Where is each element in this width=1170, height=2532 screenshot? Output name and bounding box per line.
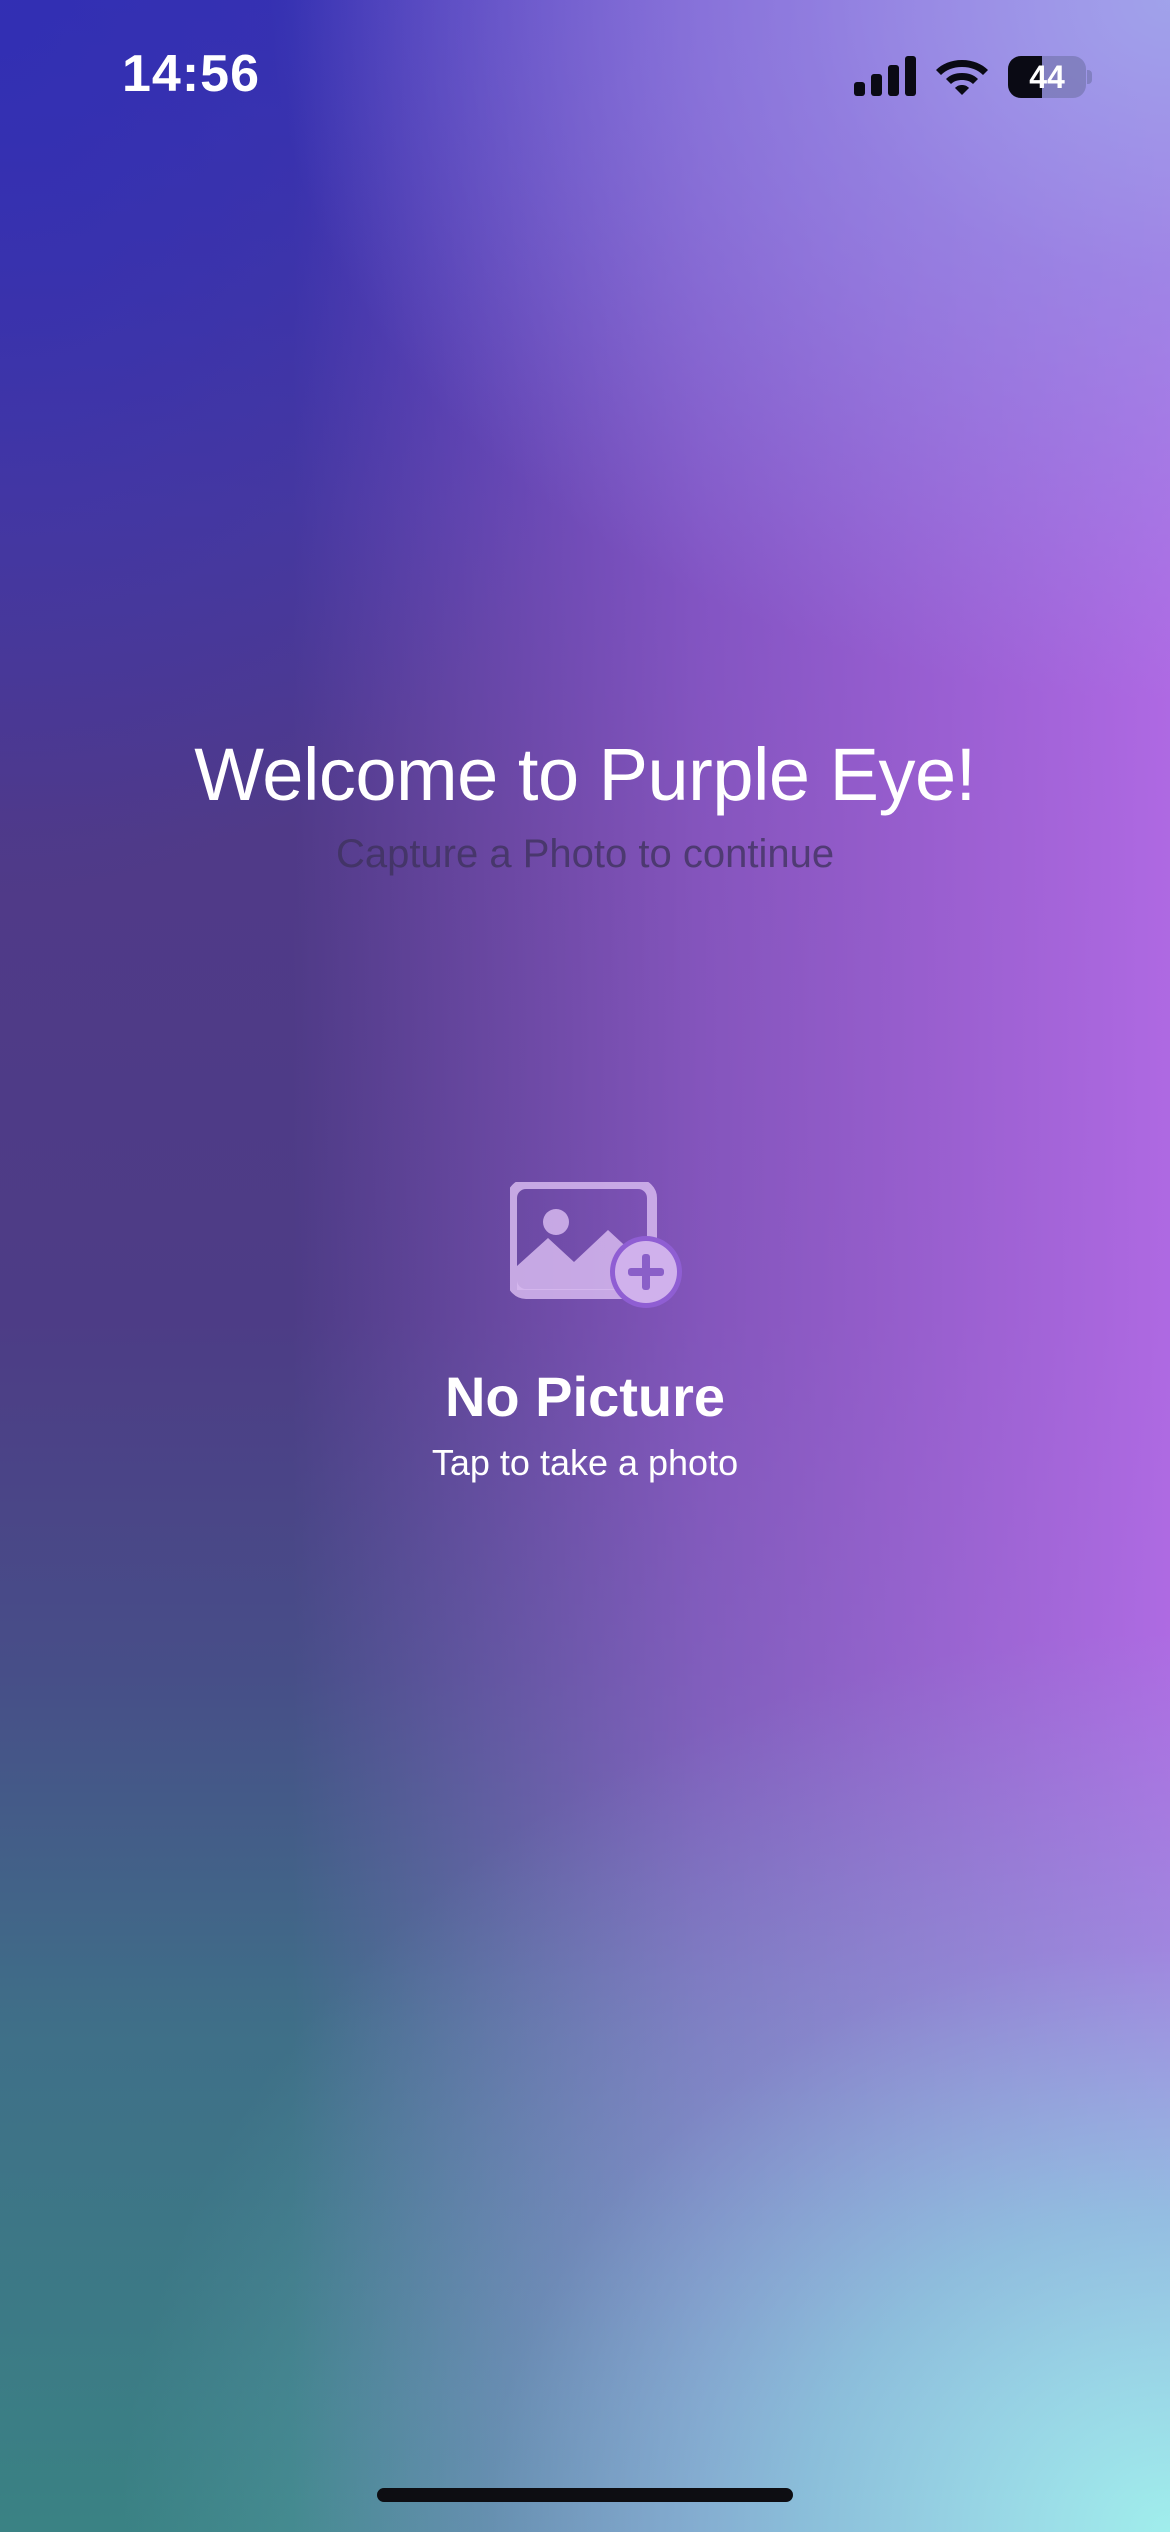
take-photo-hint: Tap to take a photo [431,1442,739,1483]
photo-badge-plus-icon [510,1182,682,1308]
welcome-subtitle: Capture a Photo to continue [335,832,835,876]
cellular-signal-icon [854,56,916,96]
status-time: 14:56 [122,45,260,103]
home-indicator[interactable] [377,2488,793,2502]
welcome-title: Welcome to Purple Eye! [194,733,976,816]
battery-indicator: 44 [1008,56,1092,98]
app-screen: 14:56 44 Welcome to Purple Eye! Capture … [0,0,1170,2532]
no-picture-title: No Picture [444,1365,726,1428]
battery-level-text: 44 [1029,59,1065,95]
wifi-icon [936,60,988,95]
status-bar: 14:56 44 [0,0,1170,150]
